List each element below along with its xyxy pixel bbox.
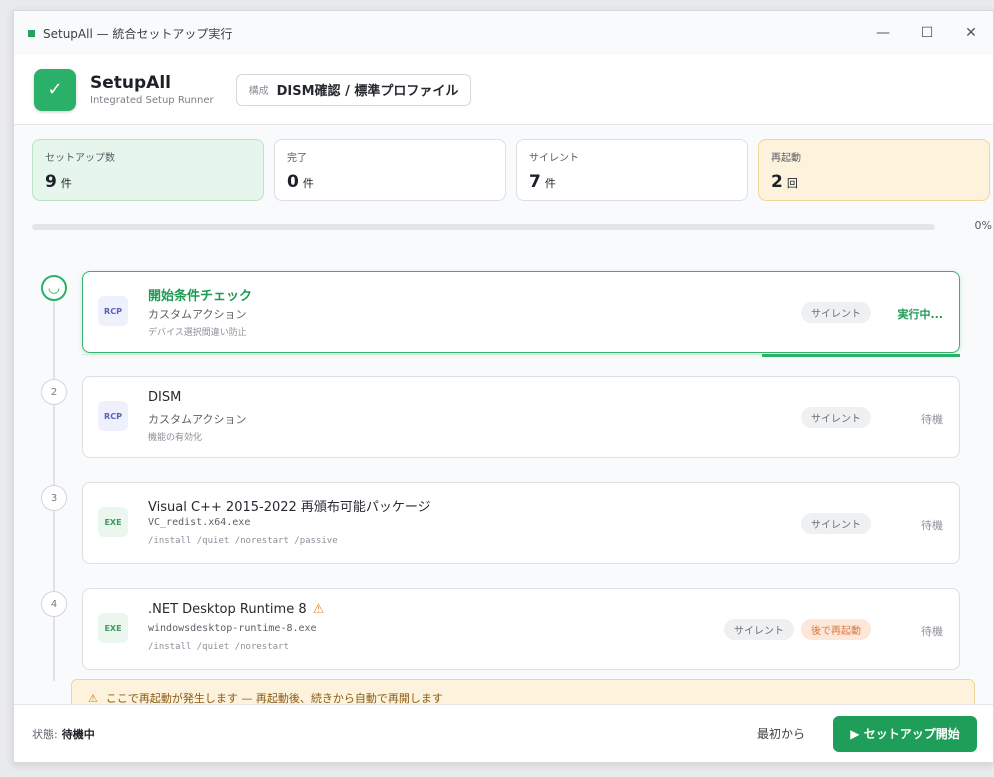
maximize-button[interactable]: ☐ xyxy=(905,11,949,55)
stat-done: 完了 0件 xyxy=(274,139,506,201)
stat-unit: 件 xyxy=(302,177,314,190)
stat-silent: サイレント 7件 xyxy=(516,139,748,201)
timeline-rail xyxy=(53,281,55,681)
overall-progress: 0% xyxy=(32,219,992,235)
step-number: 2 xyxy=(41,379,67,405)
app-window: SetupAll — 統合セットアップ実行 — ☐ ✕ ✓ SetupAll I… xyxy=(13,10,994,763)
stat-label: セットアップ数 xyxy=(45,153,115,164)
stat-reboot: 再起動 2回 xyxy=(758,139,990,201)
stats-row: セットアップ数 9件 完了 0件 サイレント 7件 再起動 2回 xyxy=(32,139,990,201)
start-setup-button[interactable]: ▶ セットアップ開始 xyxy=(833,715,977,752)
stat-label: 再起動 xyxy=(771,153,801,164)
progress-track xyxy=(32,224,935,230)
step-type-badge: RCP xyxy=(98,401,128,431)
check-icon: ✓ xyxy=(34,68,76,111)
step-running-icon: ◡ xyxy=(41,275,67,301)
active-step-progress xyxy=(762,354,960,357)
step-type-badge: EXE xyxy=(98,613,128,643)
stat-unit: 件 xyxy=(544,177,556,190)
step-subtitle: カスタムアクション xyxy=(148,308,247,321)
stat-value: 0 xyxy=(287,172,299,192)
step-state: 待機 xyxy=(921,625,943,638)
step-title: .NET Desktop Runtime 8 xyxy=(148,602,307,617)
stat-label: サイレント xyxy=(529,153,579,164)
warning-icon: ⚠ xyxy=(312,602,325,617)
reboot-later-badge: 後で再起動 xyxy=(801,619,871,640)
app-logo-icon xyxy=(28,29,35,37)
status-label: 状態: xyxy=(32,727,58,741)
config-label: 構成 xyxy=(248,86,269,97)
active-step-underline xyxy=(82,354,762,355)
step-description: /install /quiet /norestart xyxy=(148,642,289,652)
app-name: SetupAll xyxy=(90,73,171,93)
window-controls: — ☐ ✕ xyxy=(861,11,993,55)
title-bar: SetupAll — 統合セットアップ実行 — ☐ ✕ xyxy=(14,11,993,55)
step-subtitle: カスタムアクション xyxy=(148,413,247,426)
app-header: ✓ SetupAll Integrated Setup Runner 構成 DI… xyxy=(14,55,993,125)
stat-value: 2 xyxy=(771,172,783,192)
silent-badge: サイレント xyxy=(801,407,871,428)
step-subtitle: windowsdesktop-runtime-8.exe xyxy=(148,623,317,634)
step-description: /install /quiet /norestart /passive xyxy=(148,536,338,546)
close-button[interactable]: ✕ xyxy=(949,11,993,55)
step-title: Visual C++ 2015-2022 再頒布可能パッケージ xyxy=(148,500,431,515)
app-name-block: SetupAll Integrated Setup Runner xyxy=(90,73,214,106)
status-value: 待機中 xyxy=(61,727,95,741)
minimize-button[interactable]: — xyxy=(861,11,905,55)
step-number: 4 xyxy=(41,591,67,617)
step-list: ◡ RCP 開始条件チェック カスタムアクション デバイス選択間違い防止 サイレ… xyxy=(14,251,993,681)
app-subtitle: Integrated Setup Runner xyxy=(90,95,214,106)
silent-badge: サイレント xyxy=(801,302,871,323)
stat-unit: 回 xyxy=(786,177,798,190)
step-type-badge: EXE xyxy=(98,507,128,537)
silent-badge: サイレント xyxy=(801,513,871,534)
step-title: DISM xyxy=(148,390,182,405)
step-subtitle: VC_redist.x64.exe xyxy=(148,517,251,528)
restart-from-beginning-button[interactable]: 最初から xyxy=(757,725,805,742)
step-card[interactable]: RCP 開始条件チェック カスタムアクション デバイス選択間違い防止 サイレント… xyxy=(82,271,960,353)
silent-badge: サイレント xyxy=(724,619,794,640)
progress-percent: 0% xyxy=(974,219,992,232)
window-title: SetupAll — 統合セットアップ実行 xyxy=(43,26,233,41)
step-state: 実行中... xyxy=(897,308,943,321)
step-description: デバイス選択間違い防止 xyxy=(148,328,247,338)
step-title-row: .NET Desktop Runtime 8 ⚠ xyxy=(148,602,324,617)
step-description: 機能の有効化 xyxy=(148,433,203,443)
config-selector[interactable]: 構成 DISM確認 / 標準プロファイル xyxy=(235,73,472,106)
stat-value: 9 xyxy=(45,172,57,192)
stat-value: 7 xyxy=(529,172,541,192)
config-value: DISM確認 / 標準プロファイル xyxy=(276,84,459,99)
step-number: 3 xyxy=(41,485,67,511)
step-card[interactable]: EXE .NET Desktop Runtime 8 ⚠ windowsdeskt… xyxy=(82,588,960,670)
step-card[interactable]: EXE Visual C++ 2015-2022 再頒布可能パッケージ VC_r… xyxy=(82,482,960,564)
stat-label: 完了 xyxy=(287,153,307,164)
step-card[interactable]: RCP DISM カスタムアクション 機能の有効化 サイレント 待機 xyxy=(82,376,960,458)
step-state: 待機 xyxy=(921,413,943,426)
stat-unit: 件 xyxy=(60,177,72,190)
stat-total: セットアップ数 9件 xyxy=(32,139,264,201)
step-title: 開始条件チェック xyxy=(148,289,253,304)
footer-bar: 状態: 待機中 最初から ▶ セットアップ開始 xyxy=(14,704,993,762)
step-type-badge: RCP xyxy=(98,296,128,326)
step-state: 待機 xyxy=(921,519,943,532)
